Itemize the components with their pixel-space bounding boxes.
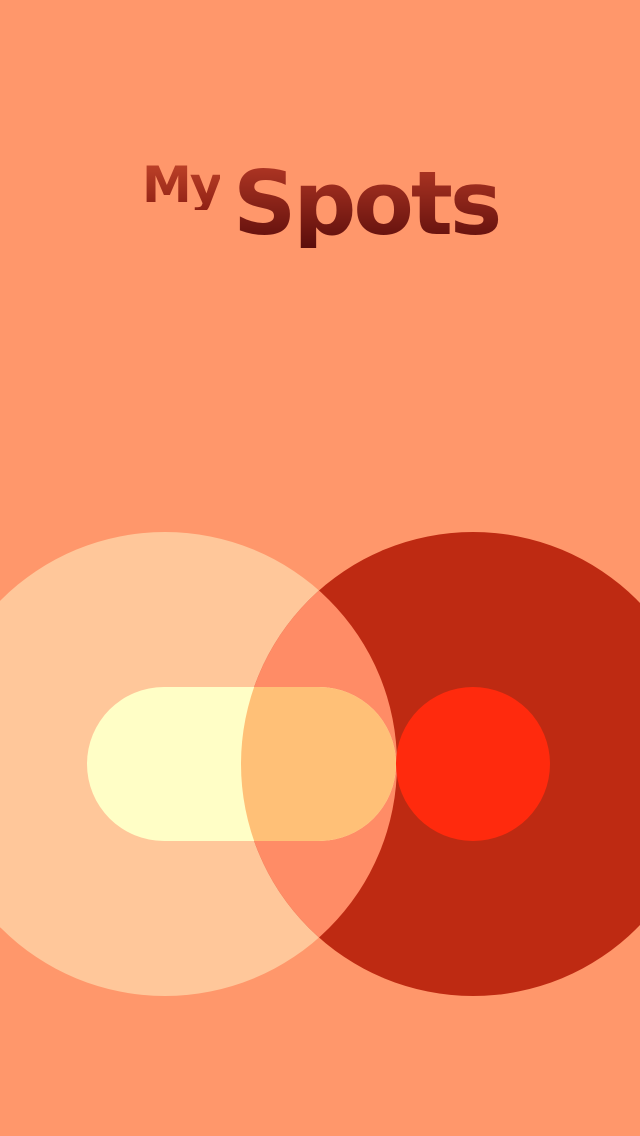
splash-graphic: [0, 532, 640, 996]
splash-screen: My Spots: [0, 0, 640, 1136]
app-logo: My Spots: [0, 0, 640, 300]
logo-prefix: My: [142, 156, 222, 214]
logo-main: Spots: [233, 152, 502, 255]
red-dot: [396, 687, 550, 841]
